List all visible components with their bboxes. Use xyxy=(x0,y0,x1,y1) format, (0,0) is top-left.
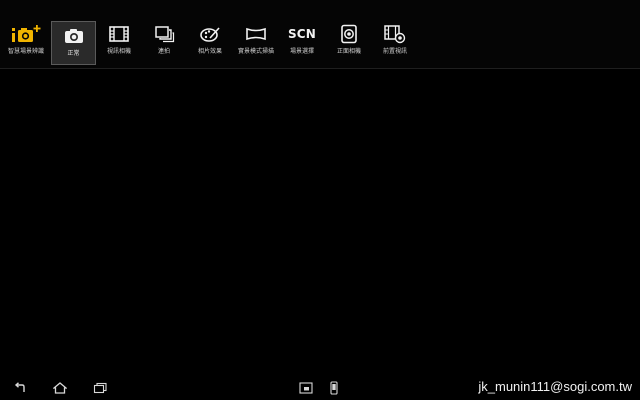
mode-sweep-panorama[interactable]: 實景模式掃描 xyxy=(233,19,279,65)
burst-icon xyxy=(155,26,175,43)
mode-front-camera[interactable]: 正面相機 xyxy=(326,19,372,65)
recent-apps-button[interactable] xyxy=(92,380,108,396)
watermark-text: jk_munin111@sogi.com.tw xyxy=(478,379,632,394)
camera-viewfinder[interactable] xyxy=(0,69,640,377)
mode-front-video[interactable]: 前置視訊 xyxy=(372,19,418,65)
mode-picture-effect[interactable]: 相片效果 xyxy=(187,19,233,65)
system-nav-bar: jk_munin111@sogi.com.tw xyxy=(0,377,640,400)
camera-icon xyxy=(64,29,83,43)
mode-video[interactable]: 視訊相機 xyxy=(96,19,142,65)
scn-icon: SCN xyxy=(287,27,317,41)
small-app-button[interactable] xyxy=(298,380,314,396)
small-app-icon xyxy=(299,382,313,394)
mode-label: 前置視訊 xyxy=(382,48,407,55)
mode-superior-auto[interactable]: 智慧場景辨識 xyxy=(3,19,49,65)
home-button[interactable] xyxy=(52,380,68,396)
phone-button[interactable] xyxy=(326,380,342,396)
phone-icon xyxy=(330,381,338,395)
film-icon xyxy=(109,26,129,42)
mode-scene[interactable]: SCN 場景選擇 xyxy=(279,19,325,65)
home-icon xyxy=(53,382,67,394)
palette-icon xyxy=(200,27,220,42)
camera-mode-bar: 智慧場景辨識 正常 視訊相機 連拍 相片效果 實景模式掃描 SCN 場景選擇 正… xyxy=(0,0,640,69)
recent-apps-icon xyxy=(93,382,107,394)
back-button[interactable] xyxy=(12,380,28,396)
mode-burst[interactable]: 連拍 xyxy=(141,19,187,65)
mode-normal[interactable]: 正常 xyxy=(51,21,96,65)
back-icon xyxy=(14,382,25,392)
panorama-icon xyxy=(246,27,266,41)
front-camera-icon xyxy=(341,24,357,44)
front-video-icon xyxy=(384,25,406,44)
superior-auto-camera-icon xyxy=(12,25,41,42)
